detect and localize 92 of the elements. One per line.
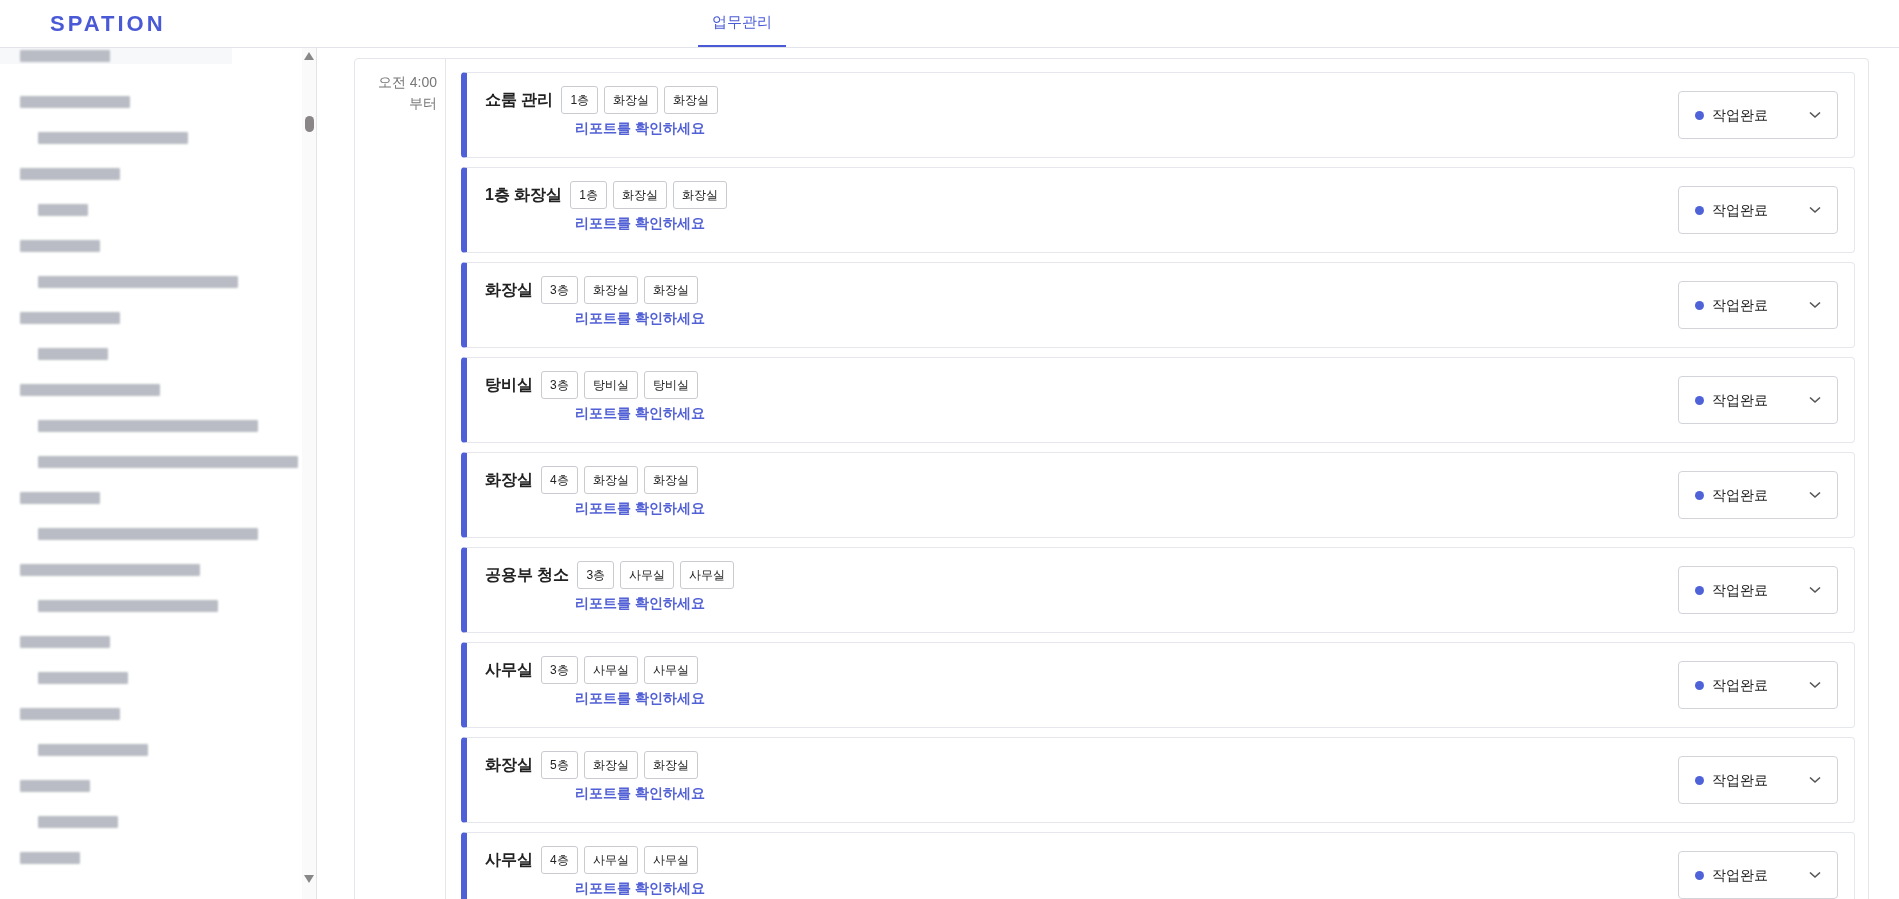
report-link[interactable]: 리포트를 확인하세요 (575, 402, 705, 424)
nav-tab[interactable]: 업무관리 (698, 0, 786, 47)
tag-chip: 화장실 (673, 180, 728, 209)
task-title: 탕비실 (485, 374, 533, 395)
report-link[interactable]: 리포트를 확인하세요 (575, 687, 705, 709)
tag-chip: 3층 (541, 655, 578, 684)
task-title: 화장실 (485, 469, 533, 490)
blurred-label[interactable] (20, 492, 100, 504)
report-link[interactable]: 리포트를 확인하세요 (575, 212, 705, 234)
status-dropdown[interactable]: 작업완료 (1678, 376, 1838, 424)
blurred-label[interactable] (20, 96, 130, 108)
report-link[interactable]: 리포트를 확인하세요 (575, 497, 705, 519)
chevron-down-icon (1809, 396, 1821, 404)
blurred-label[interactable] (38, 348, 108, 360)
task-title: 화장실 (485, 279, 533, 300)
blurred-label[interactable] (20, 564, 200, 576)
blurred-label[interactable] (20, 852, 80, 864)
tag-chip: 화장실 (604, 85, 659, 114)
chevron-down-icon (1809, 681, 1821, 689)
report-link[interactable]: 리포트를 확인하세요 (575, 782, 705, 804)
report-link[interactable]: 리포트를 확인하세요 (575, 307, 705, 329)
tag-chip: 화장실 (664, 85, 719, 114)
blurred-label[interactable] (38, 744, 148, 756)
status-dropdown[interactable]: 작업완료 (1678, 471, 1838, 519)
chevron-down-icon (1809, 491, 1821, 499)
blurred-label[interactable] (38, 816, 118, 828)
report-link[interactable]: 리포트를 확인하세요 (575, 877, 705, 899)
tag-chip: 사무실 (643, 655, 698, 684)
tag-chip: 탕비실 (583, 370, 638, 399)
time-label: 오전 4:00 부터 (377, 73, 437, 113)
blurred-label[interactable] (20, 50, 110, 62)
blurred-label[interactable] (20, 312, 120, 324)
blurred-label[interactable] (38, 420, 258, 432)
status-dropdown[interactable]: 작업완료 (1678, 566, 1838, 614)
tag-chip: 3층 (541, 275, 578, 304)
task-title: 화장실 (485, 754, 533, 775)
blurred-label[interactable] (20, 708, 120, 720)
tag-chip: 화장실 (643, 465, 698, 494)
status-dropdown[interactable]: 작업완료 (1678, 281, 1838, 329)
task-title: 1층 화장실 (485, 184, 563, 205)
chevron-down-icon (1809, 111, 1821, 119)
blurred-label[interactable] (20, 240, 100, 252)
tag-chip: 1층 (570, 180, 608, 209)
tag-chip: 탕비실 (643, 370, 698, 399)
status-dropdown[interactable]: 작업완료 (1678, 661, 1838, 709)
status-dropdown[interactable]: 작업완료 (1678, 756, 1838, 804)
tag-chip: 3층 (541, 370, 578, 399)
tag-chip: 5층 (541, 750, 578, 779)
chevron-down-icon (1809, 586, 1821, 594)
status-dropdown[interactable]: 작업완료 (1678, 91, 1838, 139)
tag-chip: 화장실 (583, 275, 638, 304)
tag-chip: 3층 (577, 560, 615, 589)
chevron-down-icon (1809, 871, 1821, 879)
chevron-down-icon (1809, 301, 1821, 309)
scroll-down-icon[interactable] (304, 875, 314, 883)
logo: SPATION (50, 10, 166, 38)
task-title: 사무실 (485, 659, 533, 680)
tag-chip: 화장실 (613, 180, 668, 209)
task-title: 사무실 (485, 849, 533, 870)
blurred-label[interactable] (38, 132, 188, 144)
task-title: 공용부 청소 (485, 564, 570, 585)
tag-chip: 화장실 (583, 465, 638, 494)
blurred-label[interactable] (38, 528, 258, 540)
tag-chip: 4층 (541, 465, 578, 494)
blurred-label[interactable] (38, 276, 238, 288)
blurred-label[interactable] (38, 672, 128, 684)
tag-chip: 사무실 (643, 845, 698, 874)
blurred-label[interactable] (20, 384, 160, 396)
blurred-label[interactable] (20, 636, 110, 648)
tag-chip: 4층 (541, 845, 578, 874)
status-dropdown[interactable]: 작업완료 (1678, 186, 1838, 234)
tag-chip: 사무실 (620, 560, 675, 589)
blurred-label[interactable] (38, 204, 88, 216)
tag-chip: 화장실 (643, 275, 698, 304)
chevron-down-icon (1809, 776, 1821, 784)
tag-chip: 화장실 (583, 750, 638, 779)
scrollbar-thumb[interactable] (304, 116, 314, 132)
blurred-label[interactable] (38, 600, 218, 612)
report-link[interactable]: 리포트를 확인하세요 (575, 592, 705, 614)
tag-chip: 1층 (561, 85, 599, 114)
report-link[interactable]: 리포트를 확인하세요 (575, 117, 705, 139)
blurred-label[interactable] (20, 168, 120, 180)
scroll-up-icon[interactable] (304, 52, 314, 60)
tag-chip: 사무실 (680, 560, 735, 589)
status-dropdown[interactable]: 작업완료 (1678, 851, 1838, 899)
chevron-down-icon (1809, 206, 1821, 214)
tag-chip: 화장실 (643, 750, 698, 779)
task-title: 쇼룸 관리 (485, 89, 554, 110)
tag-chip: 사무실 (583, 655, 638, 684)
blurred-label[interactable] (38, 456, 298, 468)
tag-chip: 사무실 (583, 845, 638, 874)
blurred-label[interactable] (20, 780, 90, 792)
